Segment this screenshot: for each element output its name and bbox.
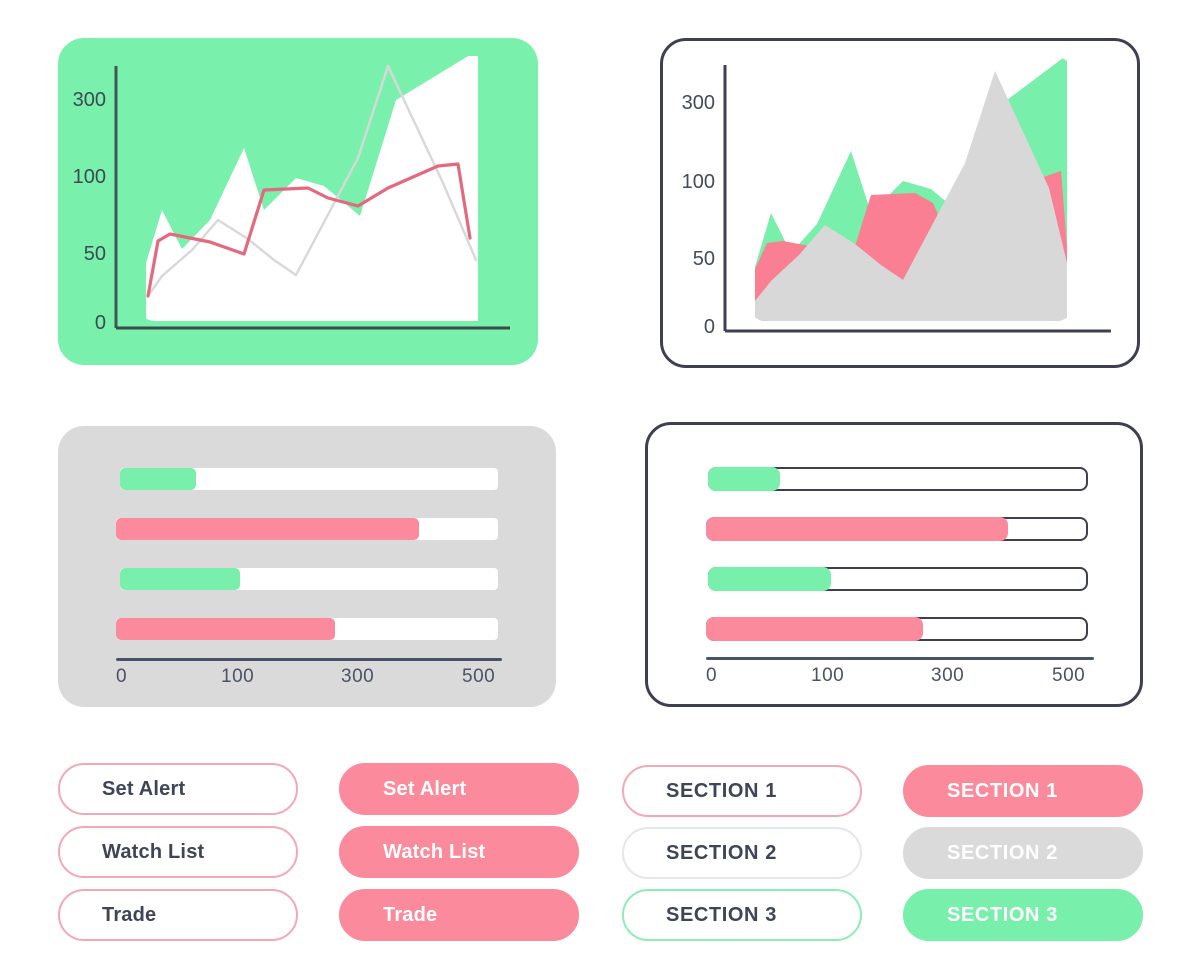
button-label: SECTION 1 [666, 779, 777, 802]
section-2-button-outline[interactable]: SECTION 2 [622, 827, 862, 879]
x-tick-label: 500 [462, 666, 496, 687]
trade-button-solid[interactable]: Trade [339, 889, 579, 941]
bar-fill [706, 517, 1008, 541]
bar-fill [120, 568, 240, 590]
x-tick-label: 300 [341, 666, 375, 687]
x-tick-label: 300 [931, 665, 965, 686]
trade-button-outline[interactable]: Trade [58, 889, 298, 941]
x-tick-label: 100 [221, 666, 255, 687]
ui-kit-stage: 300 100 50 0 300 100 50 0 0 100 300 500 … [0, 0, 1201, 980]
button-label: Watch List [102, 840, 205, 863]
section-1-button-solid[interactable]: SECTION 1 [903, 765, 1143, 817]
x-tick-label: 500 [1052, 665, 1086, 686]
bar-fill [120, 468, 196, 490]
y-tick-label: 50 [84, 243, 106, 265]
bar-chart-outline-card: 0 100 300 500 [645, 422, 1143, 707]
y-tick-label: 300 [73, 89, 106, 111]
watch-list-button-solid[interactable]: Watch List [339, 826, 579, 878]
line-chart-svg: 300 100 50 0 [73, 56, 510, 334]
button-label: Trade [102, 903, 157, 926]
line-chart-green-card: 300 100 50 0 [58, 38, 538, 365]
button-label: Watch List [383, 840, 486, 863]
x-axis-line [706, 657, 1094, 660]
y-tick-label: 100 [73, 166, 106, 188]
button-label: SECTION 3 [947, 903, 1058, 926]
area-chart-outline-card: 300 100 50 0 [660, 38, 1140, 368]
x-axis-line [116, 658, 502, 661]
button-label: Set Alert [383, 777, 467, 800]
bar-chart-gray-card: 0 100 300 500 [58, 426, 556, 707]
x-tick-label: 0 [116, 666, 128, 687]
x-tick-label: 0 [706, 665, 718, 686]
button-label: Set Alert [102, 777, 186, 800]
area-chart-svg: 300 100 50 0 [682, 57, 1111, 338]
bar-fill [708, 467, 780, 491]
y-tick-label: 0 [95, 312, 106, 334]
bar-fill [116, 618, 335, 640]
button-label: Trade [383, 903, 438, 926]
button-label: SECTION 3 [666, 903, 777, 926]
y-tick-label: 50 [693, 248, 715, 270]
x-tick-label: 100 [811, 665, 845, 686]
bar-fill [116, 518, 419, 540]
bar-fill [706, 617, 923, 641]
section-1-button-outline[interactable]: SECTION 1 [622, 765, 862, 817]
bar-fill [708, 567, 831, 591]
y-tick-label: 300 [682, 92, 715, 114]
y-tick-label: 0 [704, 316, 715, 338]
section-3-button-solid[interactable]: SECTION 3 [903, 889, 1143, 941]
y-tick-label: 100 [682, 171, 715, 193]
section-2-button-solid[interactable]: SECTION 2 [903, 827, 1143, 879]
button-label: SECTION 2 [947, 841, 1058, 864]
section-3-button-outline[interactable]: SECTION 3 [622, 889, 862, 941]
set-alert-button-solid[interactable]: Set Alert [339, 763, 579, 815]
watch-list-button-outline[interactable]: Watch List [58, 826, 298, 878]
button-label: SECTION 1 [947, 779, 1058, 802]
button-label: SECTION 2 [666, 841, 777, 864]
set-alert-button-outline[interactable]: Set Alert [58, 763, 298, 815]
